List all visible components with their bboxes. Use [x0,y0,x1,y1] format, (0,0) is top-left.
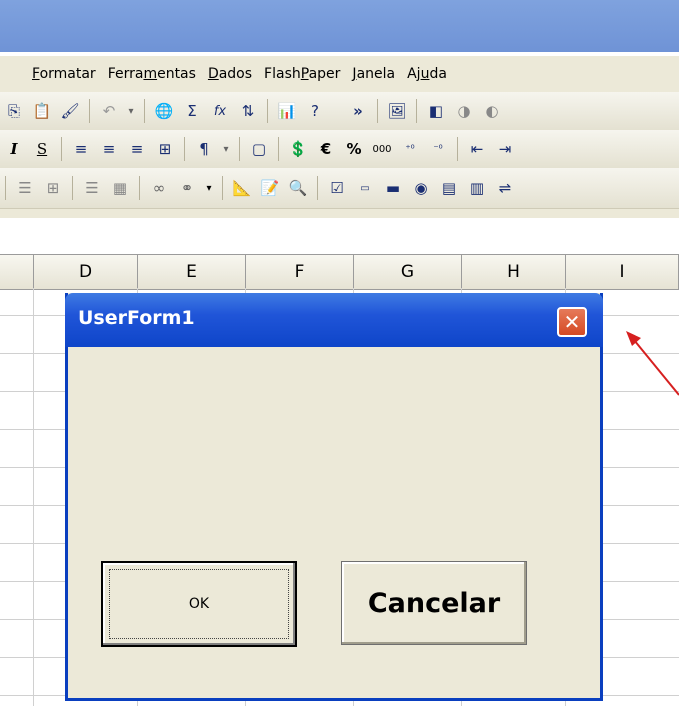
toolbar-separator [61,137,62,161]
thousands-separator-icon[interactable]: 000 [371,138,393,160]
controls-toolbar: ☰ ⊞ ☰ ▦ ∞ ⚭ ▾ 📐 📝 🔍 ☑ ▭ ▬ ◉ ▤ ▥ ⇌ [0,168,679,209]
undo-dropdown-icon[interactable]: ▾ [126,100,136,122]
toolbar-separator [144,99,145,123]
increase-decimal-icon[interactable]: ⁺⁰ [399,138,421,160]
more-dropdown-icon[interactable]: ▾ [204,177,214,199]
menu-ajuda[interactable]: Ajuda [401,66,453,82]
row-header-corner[interactable] [0,254,34,290]
image-icon[interactable]: 🖼 [386,100,408,122]
listbox-control-icon[interactable]: ▤ [438,177,460,199]
toolbar-separator [239,137,240,161]
scrollbar-control-icon[interactable]: ⇌ [494,177,516,199]
focus-rectangle [109,569,289,639]
menu-formatar[interactable]: Formatar [26,66,102,82]
function-icon[interactable]: fx [209,100,231,122]
unlink-icon[interactable]: ⚭ [176,177,198,199]
toolbar-separator [72,176,73,200]
toolbar-separator [416,99,417,123]
more-contrast-icon[interactable]: ◑ [453,100,475,122]
design-mode-icon[interactable]: 📐 [231,177,253,199]
paragraph-icon[interactable]: ¶ [193,138,215,160]
menu-dados[interactable]: Dados [202,66,258,82]
dialog-title-bar[interactable]: UserForm1 ✕ [65,293,603,347]
toolbar-separator [267,99,268,123]
percent-icon[interactable]: % [343,138,365,160]
column-header-h[interactable]: H [462,254,566,290]
menu-flashpaper[interactable]: FlashPaper [258,66,346,82]
increase-indent-icon[interactable]: ⇥ [494,138,516,160]
page-icon[interactable]: ▢ [248,138,270,160]
hyperlink-icon[interactable]: 🌐 [153,100,175,122]
column-header-d[interactable]: D [34,254,138,290]
toolbar-separator [139,176,140,200]
grid-line [33,288,34,706]
help-icon[interactable]: ? [304,100,326,122]
align-right-icon[interactable]: ≡ [126,138,148,160]
euro-icon[interactable]: € [315,138,337,160]
checkbox-control-icon[interactable]: ☑ [326,177,348,199]
merge-center-icon[interactable]: ⊞ [154,138,176,160]
contrast-icon[interactable]: ◧ [425,100,447,122]
toolbar-separator [89,99,90,123]
excel-title-bar [0,0,679,52]
toolbar-overflow-icon[interactable]: » [347,100,369,122]
option-button-icon[interactable]: ◉ [410,177,432,199]
format-painter-icon[interactable]: 🖌 [59,100,81,122]
ok-button[interactable]: OK [101,561,297,647]
autosum-icon[interactable]: Σ [181,100,203,122]
standard-toolbar: ⎘ 📋 🖌 ↶ ▾ 🌐 Σ fx ⇅ 📊 ? » 🖼 ◧ ◑ ◐ [0,92,679,131]
column-header-g[interactable]: G [354,254,462,290]
toolbar-separator [278,137,279,161]
properties-icon[interactable]: 📝 [259,177,281,199]
toolbar-separator [377,99,378,123]
copy-icon[interactable]: ⎘ [3,100,25,122]
toolbars: ⎘ 📋 🖌 ↶ ▾ 🌐 Σ fx ⇅ 📊 ? » 🖼 ◧ ◑ ◐ I S ≡ ≡… [0,92,679,218]
formatting-toolbar: I S ≡ ≡ ≡ ⊞ ¶ ▾ ▢ 💲 € % 000 ⁺⁰ ⁻⁰ ⇤ ⇥ [0,130,679,169]
grid-icon[interactable]: ▦ [109,177,131,199]
menu-ferramentas[interactable]: Ferramentas [102,66,202,82]
column-header-i[interactable]: I [566,254,679,290]
decrease-indent-icon[interactable]: ⇤ [466,138,488,160]
view-code-icon[interactable]: 🔍 [287,177,309,199]
sort-ascending-icon[interactable]: ⇅ [237,100,259,122]
underline-icon[interactable]: S [31,138,53,160]
toolbar-separator [222,176,223,200]
table-icon[interactable]: ⊞ [42,177,64,199]
align-center-icon[interactable]: ≡ [98,138,120,160]
userform-dialog: UserForm1 ✕ OK Cancelar [65,293,603,701]
menu-bar: Formatar Ferramentas Dados FlashPaper Ja… [0,56,679,92]
dialog-title: UserForm1 [78,307,195,329]
less-contrast-icon[interactable]: ◐ [481,100,503,122]
align-left-icon[interactable]: ≡ [70,138,92,160]
cancel-button-label: Cancelar [367,587,501,619]
button-control-icon[interactable]: ▬ [382,177,404,199]
toolbar-separator [317,176,318,200]
paste-icon[interactable]: 📋 [31,100,53,122]
italic-icon[interactable]: I [3,138,25,160]
chart-wizard-icon[interactable]: 📊 [276,100,298,122]
textbox-control-icon[interactable]: ▭ [354,177,376,199]
formula-bar-area [0,218,679,254]
toolbar-separator [457,137,458,161]
menu-janela[interactable]: Janela [346,66,401,82]
toolbar-separator [184,137,185,161]
list-box-icon[interactable]: ☰ [81,177,103,199]
combobox-control-icon[interactable]: ▥ [466,177,488,199]
cancel-button[interactable]: Cancelar [341,561,527,645]
paragraph-dropdown-icon[interactable]: ▾ [221,138,231,160]
decrease-decimal-icon[interactable]: ⁻⁰ [427,138,449,160]
column-header-f[interactable]: F [246,254,354,290]
close-icon[interactable]: ✕ [557,307,587,337]
column-header-e[interactable]: E [138,254,246,290]
currency-icon[interactable]: 💲 [287,138,309,160]
toolbar-separator [5,176,6,200]
undo-icon[interactable]: ↶ [98,100,120,122]
list-icon[interactable]: ☰ [14,177,36,199]
link-icon[interactable]: ∞ [148,177,170,199]
